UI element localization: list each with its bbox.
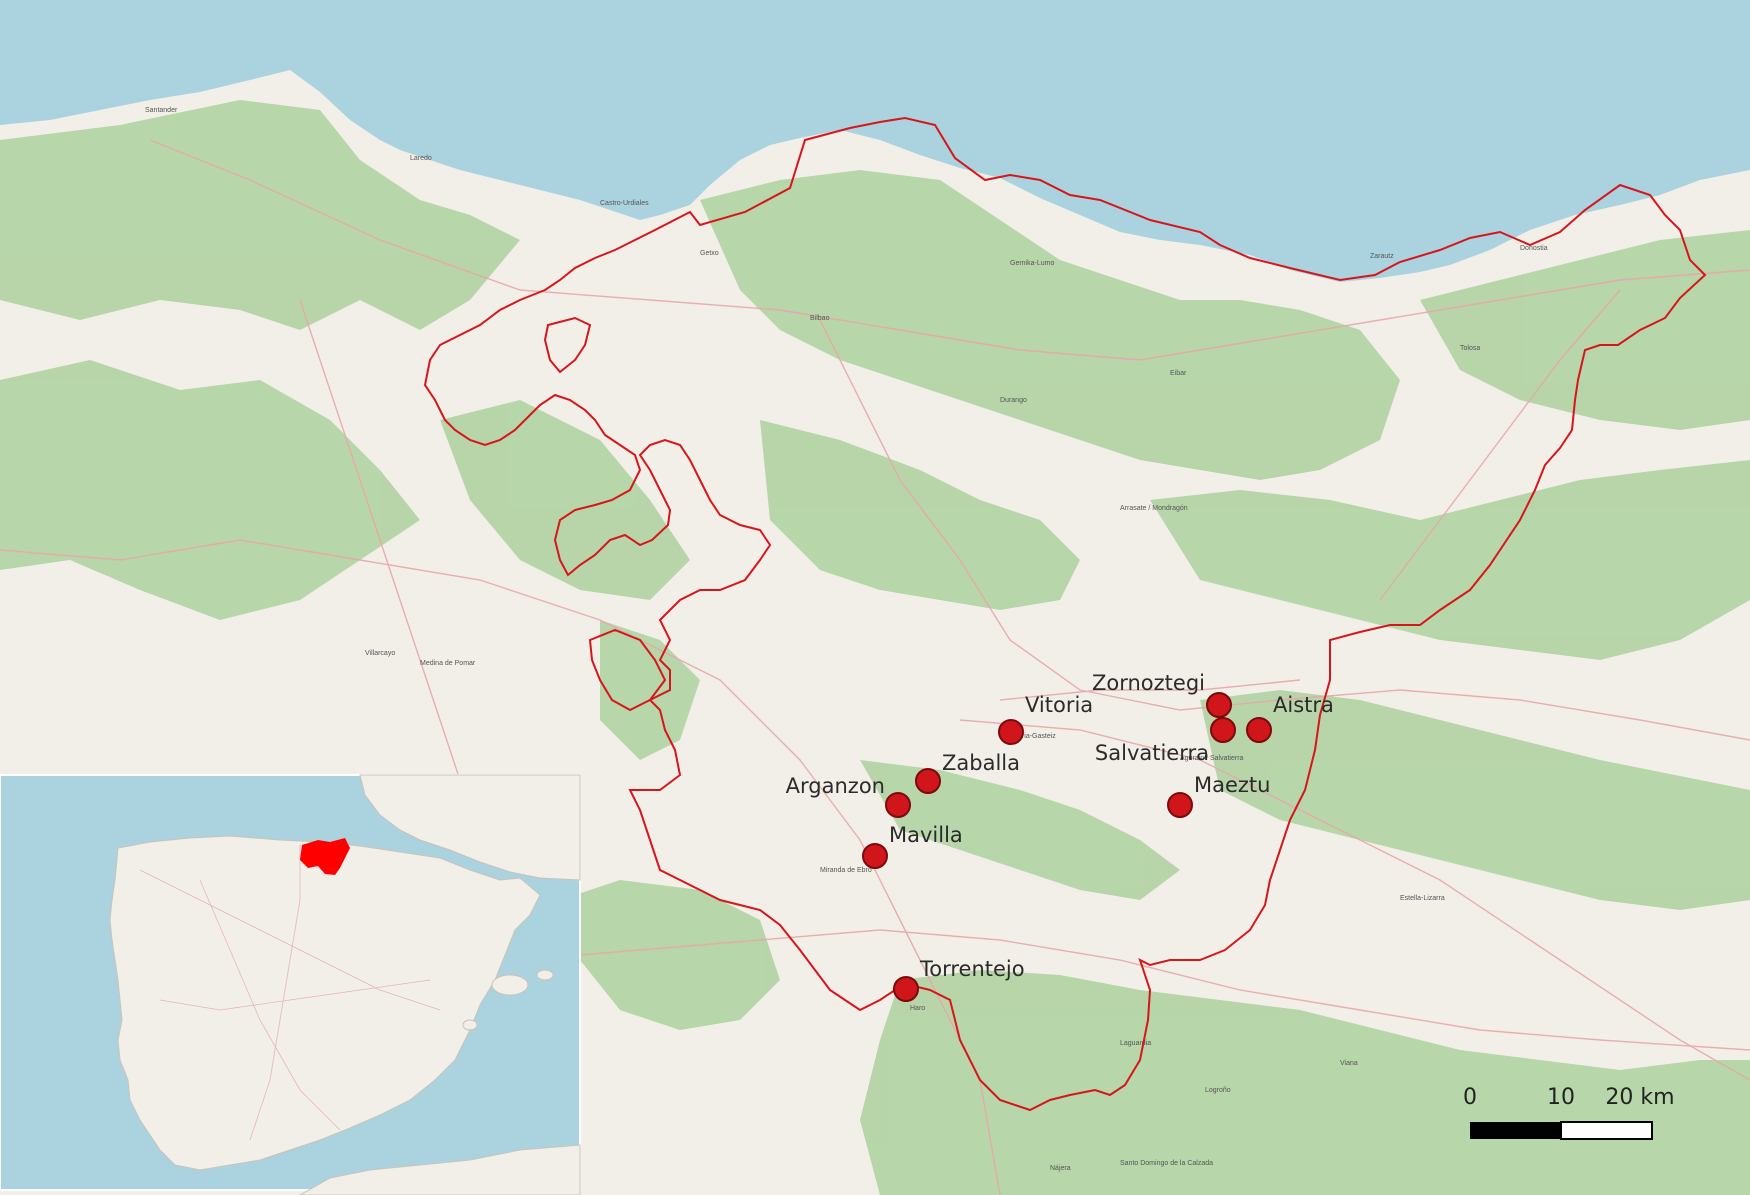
site-marker-torrentejo[interactable]: [893, 976, 919, 1002]
site-marker-vitoria[interactable]: [998, 719, 1024, 745]
scale-tick-0: 0: [1463, 1085, 1477, 1110]
scale-tick-20km: 20 km: [1605, 1085, 1674, 1110]
town-label: Nájera: [1050, 1165, 1071, 1172]
town-label: Laguardia: [1120, 1040, 1151, 1047]
town-label: Donostia: [1520, 245, 1548, 252]
town-label: Miranda de Ebro: [820, 867, 872, 874]
site-label-zaballa: Zaballa: [942, 751, 1020, 775]
site-label-torrentejo: Torrentejo: [919, 957, 1025, 981]
town-label: Haro: [910, 1005, 925, 1012]
town-label: Villarcayo: [365, 650, 395, 657]
town-label: Viana: [1340, 1060, 1358, 1067]
town-label: Santander: [145, 107, 178, 114]
site-marker-zornoztegi[interactable]: [1206, 692, 1232, 718]
scale-bar-black-segment: [1470, 1122, 1561, 1139]
town-label: Durango: [1000, 397, 1027, 404]
site-marker-salvatierra[interactable]: [1210, 717, 1236, 743]
site-marker-maeztu[interactable]: [1167, 792, 1193, 818]
town-label: Logroño: [1205, 1087, 1231, 1094]
site-label-arganzon: Arganzon: [786, 774, 885, 798]
town-label: Eibar: [1170, 370, 1187, 377]
town-label: Castro-Urdiales: [600, 200, 649, 207]
site-label-mavilla: Mavilla: [889, 823, 963, 847]
site-marker-zaballa[interactable]: [915, 768, 941, 794]
site-label-salvatierra: Salvatierra: [1095, 741, 1209, 765]
town-label: Arrasate / Mondragón: [1120, 505, 1188, 512]
town-label: Laredo: [410, 155, 432, 162]
site-label-zornoztegi: Zornoztegi: [1092, 671, 1205, 695]
site-label-aistra: Aistra: [1273, 693, 1334, 717]
site-marker-mavilla[interactable]: [862, 843, 888, 869]
inset-map: [0, 774, 581, 1195]
site-label-vitoria: Vitoria: [1025, 693, 1093, 717]
site-marker-arganzon[interactable]: [885, 792, 911, 818]
town-label: Tolosa: [1460, 345, 1480, 352]
map-canvas[interactable]: SantanderBilbaoDonostiaVitoria-GasteizLo…: [0, 0, 1750, 1195]
town-label: Santo Domingo de la Calzada: [1120, 1160, 1213, 1167]
site-marker-aistra[interactable]: [1246, 717, 1272, 743]
town-label: Gernika-Lumo: [1010, 260, 1054, 267]
town-label: Bilbao: [810, 315, 830, 322]
town-label: Getxo: [700, 250, 719, 257]
town-label: Zarautz: [1370, 253, 1394, 260]
site-label-maeztu: Maeztu: [1194, 773, 1270, 797]
scale-tick-10: 10: [1547, 1085, 1575, 1110]
town-label: Estella-Lizarra: [1400, 895, 1445, 902]
town-label: Medina de Pomar: [420, 660, 476, 667]
scale-bar-white-segment: [1560, 1121, 1653, 1140]
